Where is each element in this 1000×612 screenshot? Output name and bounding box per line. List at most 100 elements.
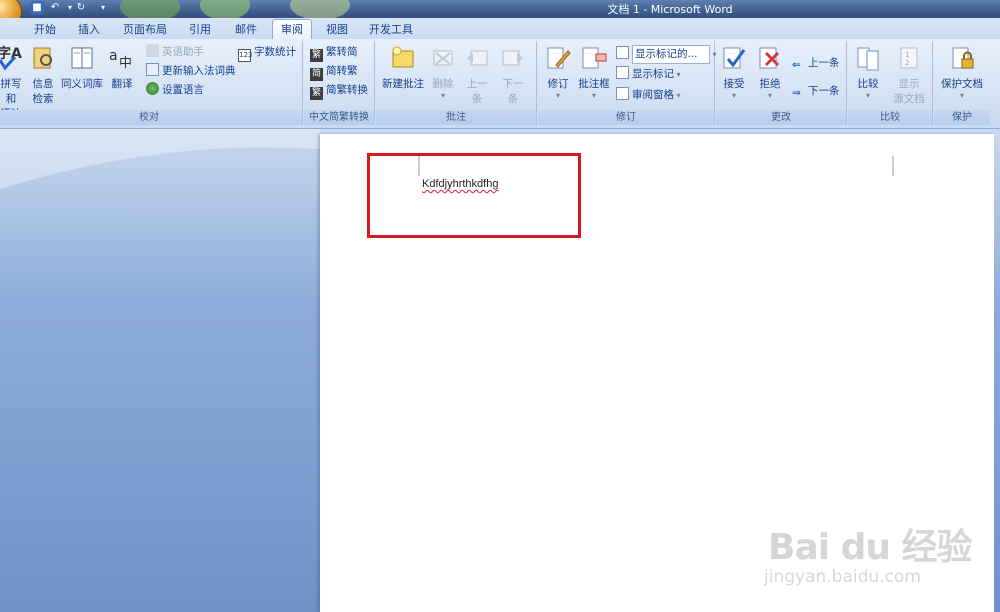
previous-comment-button[interactable]: 上一 条 [462, 45, 492, 106]
thesaurus-button[interactable]: 同义词库 [58, 45, 106, 91]
tab-insert[interactable]: 插入 [70, 20, 108, 39]
svg-text:1: 1 [905, 51, 909, 59]
compare-dropdown-icon: ▾ [865, 91, 870, 100]
to-traditional-button[interactable]: 简简转繁 [310, 63, 358, 81]
accept-button[interactable]: 接受 ▾ [718, 45, 750, 100]
tab-review[interactable]: 审阅 [272, 19, 312, 40]
to-simplified-label: 繁转简 [326, 46, 358, 58]
lock-icon [952, 47, 974, 69]
tab-home[interactable]: 开始 [26, 20, 64, 39]
track-changes-button[interactable]: 修订 ▾ [542, 45, 574, 100]
reject-icon [759, 47, 780, 69]
new-comment-button[interactable]: 新建批注 [378, 45, 428, 91]
show-markup-button[interactable]: 显示标记 ▾ [616, 66, 681, 83]
word-count-icon: 123 [238, 49, 252, 62]
translate-label: 翻译 [111, 78, 133, 90]
reviewing-pane-button[interactable]: 审阅窗格 ▾ [616, 87, 681, 104]
reject-dropdown-icon: ▾ [767, 91, 772, 100]
word-count-button[interactable]: 123 字数统计 [238, 44, 296, 62]
delete-label: 删除 [432, 78, 454, 90]
next-change-label: 下一条 [808, 85, 840, 97]
to-traditional-icon: 简 [310, 68, 323, 81]
translate-button[interactable]: a 中 翻译 [106, 45, 138, 91]
proofing-group: 字A 拼写和 语法 信息 检索 同义词库 a 中 [0, 41, 303, 125]
reviewing-pane-label: 审阅窗格 [632, 89, 674, 101]
spelling-label: 拼写和 [0, 78, 22, 105]
set-language-button[interactable]: 设置语言 [146, 82, 204, 99]
english-assistant-button[interactable]: 英语助手 [146, 44, 204, 61]
balloons-button[interactable]: 批注框 ▾ [576, 45, 612, 100]
comments-group-label: 批注 [376, 110, 536, 125]
proofing-group-label: 校对 [0, 110, 302, 125]
display-review-value: 显示标记的... [632, 45, 710, 64]
tab-view[interactable]: 视图 [318, 20, 356, 39]
word-count-label: 字数统计 [254, 46, 296, 58]
compare-button[interactable]: 比较 ▾ [852, 45, 884, 100]
protect-dropdown-icon: ▾ [959, 91, 964, 100]
delete-comment-button[interactable]: 删除 ▾ [428, 45, 458, 100]
protect-group-label: 保护 [934, 110, 990, 125]
baidu-watermark-logo: Bai du 经验 [768, 527, 973, 568]
display-review-icon [616, 46, 629, 59]
accept-dropdown-icon: ▾ [731, 91, 736, 100]
tab-references[interactable]: 引用 [180, 20, 220, 39]
research-label-2: 检索 [32, 93, 54, 105]
track-changes-icon [547, 47, 571, 69]
window-title: 文档 1 - Microsoft Word [607, 3, 733, 16]
display-for-review-dropdown[interactable]: 显示标记的... ▾ [616, 45, 717, 64]
reject-button[interactable]: 拒绝 ▾ [754, 45, 786, 100]
show-source-icon: 1 2 [900, 47, 918, 69]
crop-mark-top-right [892, 156, 894, 176]
next-label: 下一 [502, 78, 524, 90]
redo-icon[interactable]: ↻ [74, 1, 88, 15]
title-bar: 文档 1 - Microsoft Word [0, 0, 1000, 22]
customize-qat-icon[interactable]: ▾ [96, 1, 110, 15]
reject-label: 拒绝 [759, 78, 781, 90]
delete-comment-icon [433, 50, 453, 66]
aero-glass-decoration [200, 0, 250, 20]
thesaurus-book-icon [71, 47, 93, 69]
update-ime-button[interactable]: 更新输入法词典 [146, 63, 236, 80]
conversion-settings-icon: 繁 [310, 87, 323, 100]
comments-group: 新建批注 删除 ▾ 上一 条 下一 条 批注 [376, 41, 537, 125]
research-book-icon [33, 47, 52, 69]
compare-label: 比较 [857, 78, 879, 90]
previous-comment-icon [467, 50, 488, 66]
save-icon[interactable]: ■ [30, 1, 44, 15]
show-source-documents-button[interactable]: 1 2 显示 源文档 [888, 45, 930, 106]
previous-change-button[interactable]: ⇐ 上一条 [792, 55, 840, 72]
next-comment-icon [502, 50, 523, 66]
next-comment-button[interactable]: 下一 条 [498, 45, 528, 106]
previous-change-label: 上一条 [808, 57, 840, 69]
show-markup-icon [616, 66, 629, 79]
chinese-conversion-group: 繁繁转简 简简转繁 繁简繁转换 中文简繁转换 [304, 41, 375, 125]
balloons-icon [582, 47, 607, 69]
accept-icon [723, 47, 746, 69]
show-source-label-2: 源文档 [893, 93, 925, 105]
research-button[interactable]: 信息 检索 [28, 45, 58, 106]
new-comment-icon [392, 46, 414, 68]
next-label-2: 条 [507, 93, 519, 105]
tab-page-layout[interactable]: 页面布局 [116, 20, 174, 39]
tracking-group-label: 修订 [538, 110, 714, 125]
protect-document-label: 保护文档 [941, 78, 983, 90]
tracking-group: 修订 ▾ 批注框 ▾ 显示标记的... ▾ 显示标记 ▾ 审阅窗格 ▾ 修订 [538, 41, 717, 125]
protect-group: 保护文档 ▾ 保护 [934, 41, 990, 125]
compare-group-label: 比较 [848, 110, 932, 125]
balloons-label: 批注框 [578, 78, 610, 90]
to-simplified-button[interactable]: 繁繁转简 [310, 44, 358, 62]
conversion-settings-button[interactable]: 繁简繁转换 [310, 82, 368, 100]
reviewing-pane-icon [616, 87, 629, 100]
svg-text:中: 中 [119, 56, 132, 71]
undo-icon[interactable]: ↶ [48, 1, 62, 15]
track-changes-label: 修订 [547, 78, 569, 90]
protect-document-button[interactable]: 保护文档 ▾ [936, 45, 988, 100]
tab-developer[interactable]: 开发工具 [362, 20, 420, 39]
research-label: 信息 [32, 78, 54, 90]
translate-icon: a 中 [109, 48, 132, 71]
thesaurus-label: 同义词库 [61, 78, 103, 90]
balloons-dropdown-icon: ▾ [591, 91, 596, 100]
next-change-button[interactable]: ⇒ 下一条 [792, 83, 840, 100]
tab-mailings[interactable]: 邮件 [226, 20, 266, 39]
chinese-conversion-group-label: 中文简繁转换 [304, 110, 374, 125]
